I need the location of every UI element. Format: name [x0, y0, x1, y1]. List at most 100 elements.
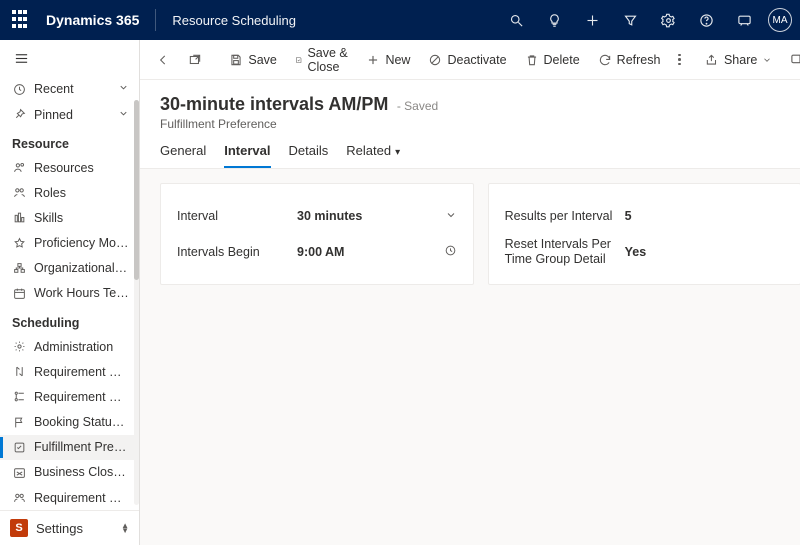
updown-icon: ▲▼: [121, 523, 129, 533]
area-badge: S: [10, 519, 28, 537]
sidebar-item-label: Proficiency Models: [34, 236, 129, 250]
record-header: 30-minute intervals AM/PM - Saved Fulfil…: [140, 80, 800, 133]
flag-icon: [12, 415, 26, 429]
main-content: Save Save & Close New Deactivate Delete …: [140, 40, 800, 545]
closure-icon: [12, 465, 26, 479]
field-value: 9:00 AM: [297, 244, 457, 260]
chevron-down-icon: [118, 108, 129, 122]
clock-icon[interactable]: [444, 244, 457, 260]
checklist-icon: [12, 440, 26, 454]
entity-subtitle: Fulfillment Preference: [160, 117, 800, 131]
sidebar-item-label: Requirement Prior…: [34, 365, 129, 379]
roles-icon: [12, 186, 26, 200]
people-icon: [12, 161, 26, 175]
open-new-window-button[interactable]: [182, 49, 208, 71]
calendar-icon: [12, 286, 26, 300]
gear-icon: [12, 340, 26, 354]
overflow-button[interactable]: [672, 50, 687, 70]
sidebar-item-roles[interactable]: Roles: [0, 180, 139, 205]
new-button[interactable]: New: [360, 49, 416, 71]
sidebar-item-bookingstatuses[interactable]: Booking Statuses: [0, 409, 139, 434]
sidebar-item-reqstatus[interactable]: Requirement Stat…: [0, 384, 139, 409]
field-label: Intervals Begin: [177, 245, 297, 259]
skills-icon: [12, 211, 26, 225]
field-value: Yes: [625, 245, 785, 259]
sidebar-recent[interactable]: Recent: [0, 77, 139, 102]
sidebar-item-label: Skills: [34, 211, 129, 225]
hamburger-icon[interactable]: [0, 40, 139, 77]
area-label: Settings: [36, 521, 113, 536]
save-close-button[interactable]: Save & Close: [289, 42, 355, 78]
field-label: Reset Intervals Per Time Group Detail: [505, 237, 625, 267]
save-button[interactable]: Save: [223, 49, 283, 71]
priority-icon: [12, 365, 26, 379]
lightbulb-icon[interactable]: [540, 6, 568, 34]
chevron-down-icon: ▾: [395, 147, 400, 158]
sidebar-section-resource: Resource: [0, 127, 139, 155]
sidebar-item-closures[interactable]: Business Closures: [0, 460, 139, 485]
card-right: Results per Interval 5 Reset Intervals P…: [488, 183, 800, 285]
sidebar-item-label: Requirement Gro…: [34, 491, 129, 505]
org-icon: [12, 261, 26, 275]
field-value: 30 minutes: [297, 209, 457, 224]
search-icon[interactable]: [502, 6, 530, 34]
sidebar: Recent Pinned Resource Resources Roles S…: [0, 40, 140, 545]
save-state: - Saved: [397, 99, 438, 113]
star-icon: [12, 236, 26, 250]
add-icon[interactable]: [578, 6, 606, 34]
form-tabs: General Interval Details Related▾: [140, 133, 800, 169]
sidebar-item-fulfillment[interactable]: Fulfillment Prefer…: [0, 435, 139, 460]
card-left: Interval 30 minutes Intervals Begin 9:00…: [160, 183, 474, 285]
tab-related[interactable]: Related▾: [346, 143, 400, 168]
field-label: Interval: [177, 209, 297, 223]
field-reset-intervals[interactable]: Reset Intervals Per Time Group Detail Ye…: [505, 234, 785, 270]
command-bar: Save Save & Close New Deactivate Delete …: [140, 40, 800, 80]
deactivate-button[interactable]: Deactivate: [422, 49, 512, 71]
app-launcher-icon[interactable]: [12, 10, 32, 30]
sidebar-item-label: Booking Statuses: [34, 415, 129, 429]
global-nav-bar: Dynamics 365 Resource Scheduling MA: [0, 0, 800, 40]
delete-button[interactable]: Delete: [519, 49, 586, 71]
group-icon: [12, 491, 26, 505]
pin-icon: [12, 108, 26, 122]
sidebar-item-reqpriority[interactable]: Requirement Prior…: [0, 359, 139, 384]
sidebar-item-label: Organizational Un…: [34, 261, 129, 275]
sidebar-item-proficiency[interactable]: Proficiency Models: [0, 231, 139, 256]
area-switcher[interactable]: S Settings ▲▼: [0, 510, 139, 545]
assistant-panel-button[interactable]: [784, 48, 800, 71]
tab-details[interactable]: Details: [289, 143, 329, 168]
field-interval[interactable]: Interval 30 minutes: [177, 198, 457, 234]
field-results-per-interval[interactable]: Results per Interval 5: [505, 198, 785, 234]
tab-general[interactable]: General: [160, 143, 206, 168]
sidebar-item-reqgroups[interactable]: Requirement Gro…: [0, 485, 139, 510]
sidebar-pinned[interactable]: Pinned: [0, 102, 139, 127]
field-intervals-begin[interactable]: Intervals Begin 9:00 AM: [177, 234, 457, 270]
sidebar-item-label: Resources: [34, 161, 129, 175]
sidebar-item-workhours[interactable]: Work Hours Temp…: [0, 281, 139, 306]
sidebar-scrollbar[interactable]: [134, 100, 139, 505]
sidebar-item-skills[interactable]: Skills: [0, 205, 139, 230]
help-icon[interactable]: [692, 6, 720, 34]
sidebar-item-label: Fulfillment Prefer…: [34, 440, 129, 454]
filter-icon[interactable]: [616, 6, 644, 34]
sidebar-item-label: Recent: [34, 82, 110, 96]
sidebar-section-scheduling: Scheduling: [0, 306, 139, 334]
tab-interval[interactable]: Interval: [224, 143, 270, 168]
share-button[interactable]: Share: [699, 49, 778, 71]
sidebar-item-label: Requirement Stat…: [34, 390, 129, 404]
settings-icon[interactable]: [654, 6, 682, 34]
refresh-button[interactable]: Refresh: [592, 49, 667, 71]
clock-icon: [12, 82, 26, 96]
form-body: Interval 30 minutes Intervals Begin 9:00…: [140, 169, 800, 545]
brand-label: Dynamics 365: [46, 12, 139, 28]
back-button[interactable]: [150, 49, 176, 71]
sidebar-item-resources[interactable]: Resources: [0, 155, 139, 180]
assistant-icon[interactable]: [730, 6, 758, 34]
chevron-down-icon[interactable]: [445, 209, 457, 224]
sidebar-item-label: Administration: [34, 340, 129, 354]
module-label: Resource Scheduling: [172, 13, 296, 28]
sidebar-item-administration[interactable]: Administration: [0, 334, 139, 359]
sidebar-item-orgunits[interactable]: Organizational Un…: [0, 256, 139, 281]
field-value: 5: [625, 209, 785, 223]
user-avatar[interactable]: MA: [768, 8, 792, 32]
